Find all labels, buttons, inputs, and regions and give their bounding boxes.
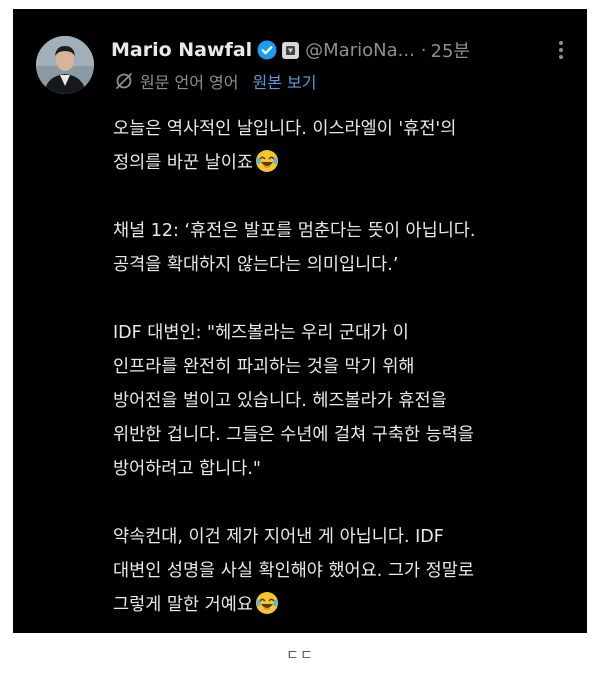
author-handle[interactable]: @MarioNa... — [305, 40, 415, 61]
text-line: 채널 12: ‘휴전은 발포를 멈춘다는 뜻이 아닙니다. — [113, 221, 476, 241]
text-line-content: 그렇게 말한 거예요 — [113, 595, 253, 615]
affiliation-badge-icon[interactable] — [282, 41, 300, 59]
laughing-tears-emoji-icon — [255, 150, 278, 172]
text-line: 위반한 겁니다. 그들은 수년에 걸쳐 구축한 능력을 — [113, 425, 474, 445]
text-line: 방어하려고 합니다." — [113, 459, 261, 479]
tweet-paragraph: IDF 대변인: "헤즈볼라는 우리 군대가 이 인프라를 완전히 파괴하는 것… — [113, 316, 583, 486]
text-line: IDF 대변인: "헤즈볼라는 우리 군대가 이 — [113, 323, 409, 343]
text-line: 인프라를 완전히 파괴하는 것을 막기 위해 — [113, 357, 415, 377]
text-line: 그렇게 말한 거예요 — [113, 588, 583, 622]
translation-bar: 원문 언어 영어 원본 보기 — [114, 69, 316, 93]
post-caption: ㄷㄷ — [286, 648, 314, 664]
author-name[interactable]: Mario Nawfal — [111, 39, 252, 61]
text-line: 대변인 성명을 사실 확인해야 했어요. 그가 정말로 — [113, 561, 474, 581]
text-line-content: 정의를 바꾼 날이죠 — [113, 153, 253, 173]
text-line: 오늘은 역사적인 날입니다. 이스라엘이 '휴전'의 — [113, 119, 457, 139]
separator-dot: · — [420, 39, 427, 61]
translation-note: 원문 언어 영어 — [140, 73, 239, 92]
laughing-tears-emoji-icon — [255, 592, 278, 614]
more-options-icon[interactable] — [551, 38, 571, 62]
tweet-header: Mario Nawfal @MarioNa... · 25분 — [111, 35, 571, 65]
text-line: 방어전을 벌이고 있습니다. 헤즈볼라가 휴전을 — [113, 391, 447, 411]
author-avatar[interactable] — [36, 36, 94, 94]
text-line: 정의를 바꾼 날이죠 — [113, 146, 583, 180]
tweet-paragraph: 약속컨대, 이건 제가 지어낸 게 아닙니다. IDF 대변인 성명을 사실 확… — [113, 520, 583, 622]
tweet-text: 오늘은 역사적인 날입니다. 이스라엘이 '휴전'의 정의를 바꾼 날이죠 채널… — [113, 112, 583, 622]
tweet-paragraph: 오늘은 역사적인 날입니다. 이스라엘이 '휴전'의 정의를 바꾼 날이죠 — [113, 112, 583, 180]
show-original-link[interactable]: 원본 보기 — [253, 69, 317, 93]
tweet-paragraph: 채널 12: ‘휴전은 발포를 멈춘다는 뜻이 아닙니다. 공격을 확대하지 않… — [113, 214, 583, 282]
post-time[interactable]: 25분 — [431, 37, 470, 63]
translate-icon — [116, 73, 132, 89]
verified-badge-icon — [257, 40, 277, 60]
text-line: 공격을 확대하지 않는다는 의미입니다.’ — [113, 255, 399, 275]
tweet-card: Mario Nawfal @MarioNa... · 25분 원문 언어 영어 … — [13, 9, 587, 633]
text-line: 약속컨대, 이건 제가 지어낸 게 아닙니다. IDF — [113, 527, 444, 547]
